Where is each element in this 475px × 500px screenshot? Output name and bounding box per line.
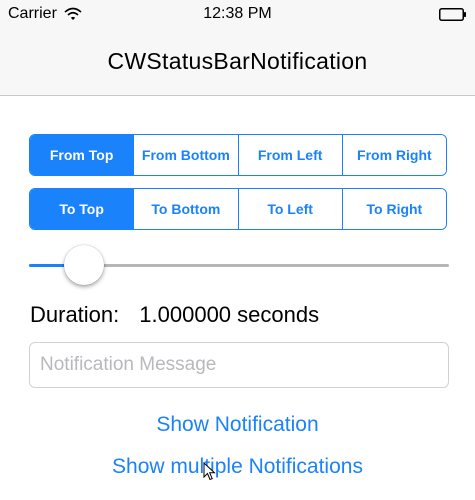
segment-to-right[interactable]: To Right [341,189,446,229]
segment-from-right[interactable]: From Right [341,135,446,175]
mouse-cursor-icon [203,461,217,482]
duration-slider[interactable] [29,245,449,285]
status-time: 12:38 PM [203,5,272,22]
segment-to-top[interactable]: To Top [30,189,134,229]
notification-message-field[interactable] [29,342,449,388]
segment-to-left[interactable]: To Left [237,189,342,229]
page-title: CWStatusBarNotification [107,48,368,74]
navigation-bar: CWStatusBarNotification [0,30,475,96]
to-direction-segmented-control: To Top To Bottom To Left To Right [29,188,447,230]
app-screen: Carrier 12:38 PM CWStatusBarNotification… [0,0,475,500]
slider-thumb[interactable] [63,245,104,285]
status-bar: Carrier 12:38 PM [0,0,475,30]
duration-label: Duration: [30,302,120,327]
segment-from-bottom[interactable]: From Bottom [133,135,238,175]
show-notification-button[interactable]: Show Notification [0,413,475,437]
show-multiple-notifications-button[interactable]: Show multiple Notifications [0,455,475,479]
segment-from-left[interactable]: From Left [237,135,342,175]
duration-value: 1.000000 seconds [139,302,320,327]
duration-readout: Duration: 1.000000 seconds [30,302,319,328]
battery-icon [439,8,467,21]
segment-to-bottom[interactable]: To Bottom [133,189,238,229]
from-direction-segmented-control: From Top From Bottom From Left From Righ… [29,134,447,176]
segment-from-top[interactable]: From Top [30,135,134,175]
